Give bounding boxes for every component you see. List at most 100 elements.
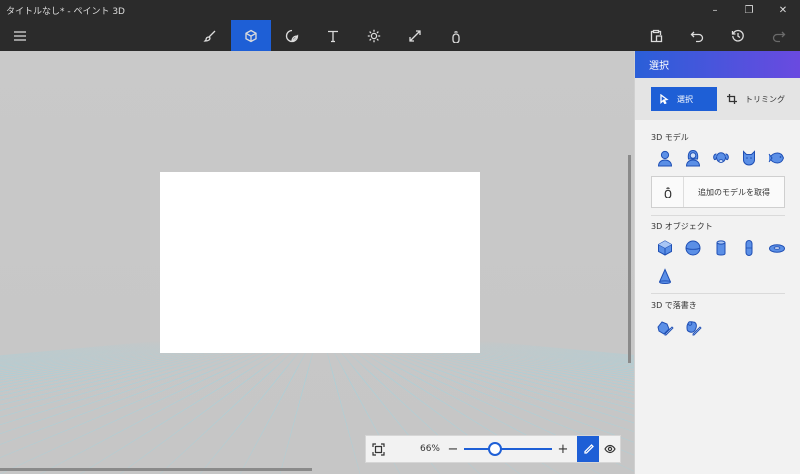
zoom-slider-thumb[interactable]	[488, 442, 503, 456]
3d-models-row	[651, 147, 791, 169]
torus-object-icon	[769, 244, 785, 253]
edit-view-button[interactable]	[577, 436, 599, 462]
brush-icon	[203, 30, 216, 42]
vertical-scrollbar[interactable]	[628, 155, 631, 363]
object-cube[interactable]	[651, 237, 679, 259]
effects-sun-icon	[367, 29, 381, 42]
horizontal-scrollbar[interactable]	[0, 468, 312, 471]
history-icon	[731, 29, 744, 42]
cat-model-icon	[743, 150, 755, 166]
floor-grid-line	[0, 340, 289, 474]
zoom-percent: 66%	[419, 444, 440, 454]
dog-model-icon	[713, 152, 729, 163]
fit-screen-icon	[371, 442, 385, 456]
eye-icon	[604, 444, 616, 454]
close-button[interactable]: ✕	[766, 0, 800, 20]
zoom-slider[interactable]	[460, 436, 556, 462]
object-cylinder[interactable]	[707, 237, 735, 259]
crop-icon	[727, 94, 737, 104]
hamburger-icon	[14, 30, 26, 41]
pencil-icon	[583, 443, 594, 454]
floor-grid-line	[159, 340, 305, 474]
more-models-icon-box	[652, 177, 684, 207]
tool-effects[interactable]	[354, 20, 394, 51]
section-3d-doodle-title: 3D で落書き	[651, 301, 697, 310]
object-capsule[interactable]	[735, 237, 763, 259]
cursor-icon	[660, 94, 669, 104]
text-icon	[328, 30, 338, 42]
canvas-resize-icon	[409, 29, 421, 42]
section-divider	[651, 215, 785, 216]
3d-library-icon	[664, 187, 671, 198]
menu-button[interactable]	[0, 20, 40, 51]
view-mode-button[interactable]	[599, 436, 621, 462]
history-button[interactable]	[718, 20, 758, 51]
select-mode-button[interactable]: 選択	[651, 87, 717, 111]
tool-3d-shapes[interactable]	[231, 20, 271, 51]
canvas-area[interactable]: 66% − +	[0, 51, 634, 474]
zoom-in-button[interactable]: +	[556, 442, 570, 457]
redo-button[interactable]	[759, 20, 799, 51]
model-man[interactable]	[651, 147, 679, 169]
undo-button[interactable]	[677, 20, 717, 51]
get-more-models-button[interactable]: 追加のモデルを取得	[651, 176, 785, 208]
zoom-out-button[interactable]: −	[446, 442, 460, 457]
floor-grid-line	[279, 340, 317, 474]
tool-3d-library[interactable]	[436, 20, 476, 51]
3d-objects-row-2	[651, 266, 679, 288]
cone-object-icon	[658, 268, 672, 284]
section-3d-objects-title: 3D オブジェクト	[651, 222, 713, 231]
3d-cube-icon	[245, 29, 257, 42]
get-more-models-label: 追加のモデルを取得	[698, 187, 770, 197]
object-cone[interactable]	[651, 266, 679, 288]
floor-grid-line	[0, 340, 217, 373]
cylinder-object-icon	[716, 240, 726, 256]
model-woman[interactable]	[679, 147, 707, 169]
undo-icon	[690, 31, 704, 42]
crop-mode-label: トリミング	[745, 94, 785, 104]
object-torus[interactable]	[763, 237, 791, 259]
select-mode-label: 選択	[677, 94, 693, 104]
3d-objects-row-1	[651, 237, 791, 259]
tool-stickers[interactable]	[272, 20, 312, 51]
sticker-icon	[285, 29, 299, 42]
model-cat[interactable]	[735, 147, 763, 169]
title-bar: タイトルなし* - ペイント 3D – ❐ ✕	[0, 0, 800, 20]
man-model-icon	[657, 150, 673, 167]
window-title: タイトルなし* - ペイント 3D	[6, 6, 125, 17]
object-sphere[interactable]	[679, 237, 707, 259]
paste-button[interactable]	[636, 20, 676, 51]
drawing-canvas[interactable]	[160, 172, 480, 353]
model-fish[interactable]	[763, 147, 791, 169]
sphere-object-icon	[685, 240, 701, 256]
section-3d-models-title: 3D モデル	[651, 133, 689, 142]
model-dog[interactable]	[707, 147, 735, 169]
section-divider	[651, 293, 785, 294]
fish-model-icon	[768, 152, 785, 164]
floor-grid-line	[239, 340, 313, 474]
floor-grid-line	[323, 340, 361, 474]
zoom-bar: 66% − +	[365, 435, 621, 463]
minimize-button[interactable]: –	[698, 0, 732, 20]
selection-panel: 選択 選択 トリミング 3D モデル 追加のモデルを取得 3D オブジェクト 3…	[634, 51, 800, 474]
doodle-sharp-edge[interactable]	[651, 317, 679, 339]
cube-object-icon	[658, 240, 672, 256]
3d-library-icon	[452, 30, 460, 43]
tool-text[interactable]	[313, 20, 353, 51]
doodle-soft-edge[interactable]	[679, 317, 707, 339]
woman-model-icon	[685, 149, 701, 167]
panel-header: 選択	[635, 51, 800, 78]
floor-grid-line	[0, 340, 165, 357]
tool-brushes[interactable]	[190, 20, 230, 51]
3d-doodle-row	[651, 317, 707, 339]
redo-icon	[772, 31, 786, 42]
crop-mode-button[interactable]: トリミング	[725, 87, 791, 111]
zoom-slider-track	[464, 448, 552, 450]
paste-icon	[650, 29, 663, 42]
main-toolbar	[0, 20, 800, 51]
restore-button[interactable]: ❐	[732, 0, 766, 20]
fit-to-screen-button[interactable]	[366, 436, 390, 462]
mode-row: 選択 トリミング	[635, 78, 800, 120]
tool-canvas[interactable]	[395, 20, 435, 51]
sharp-doodle-icon	[657, 321, 674, 336]
